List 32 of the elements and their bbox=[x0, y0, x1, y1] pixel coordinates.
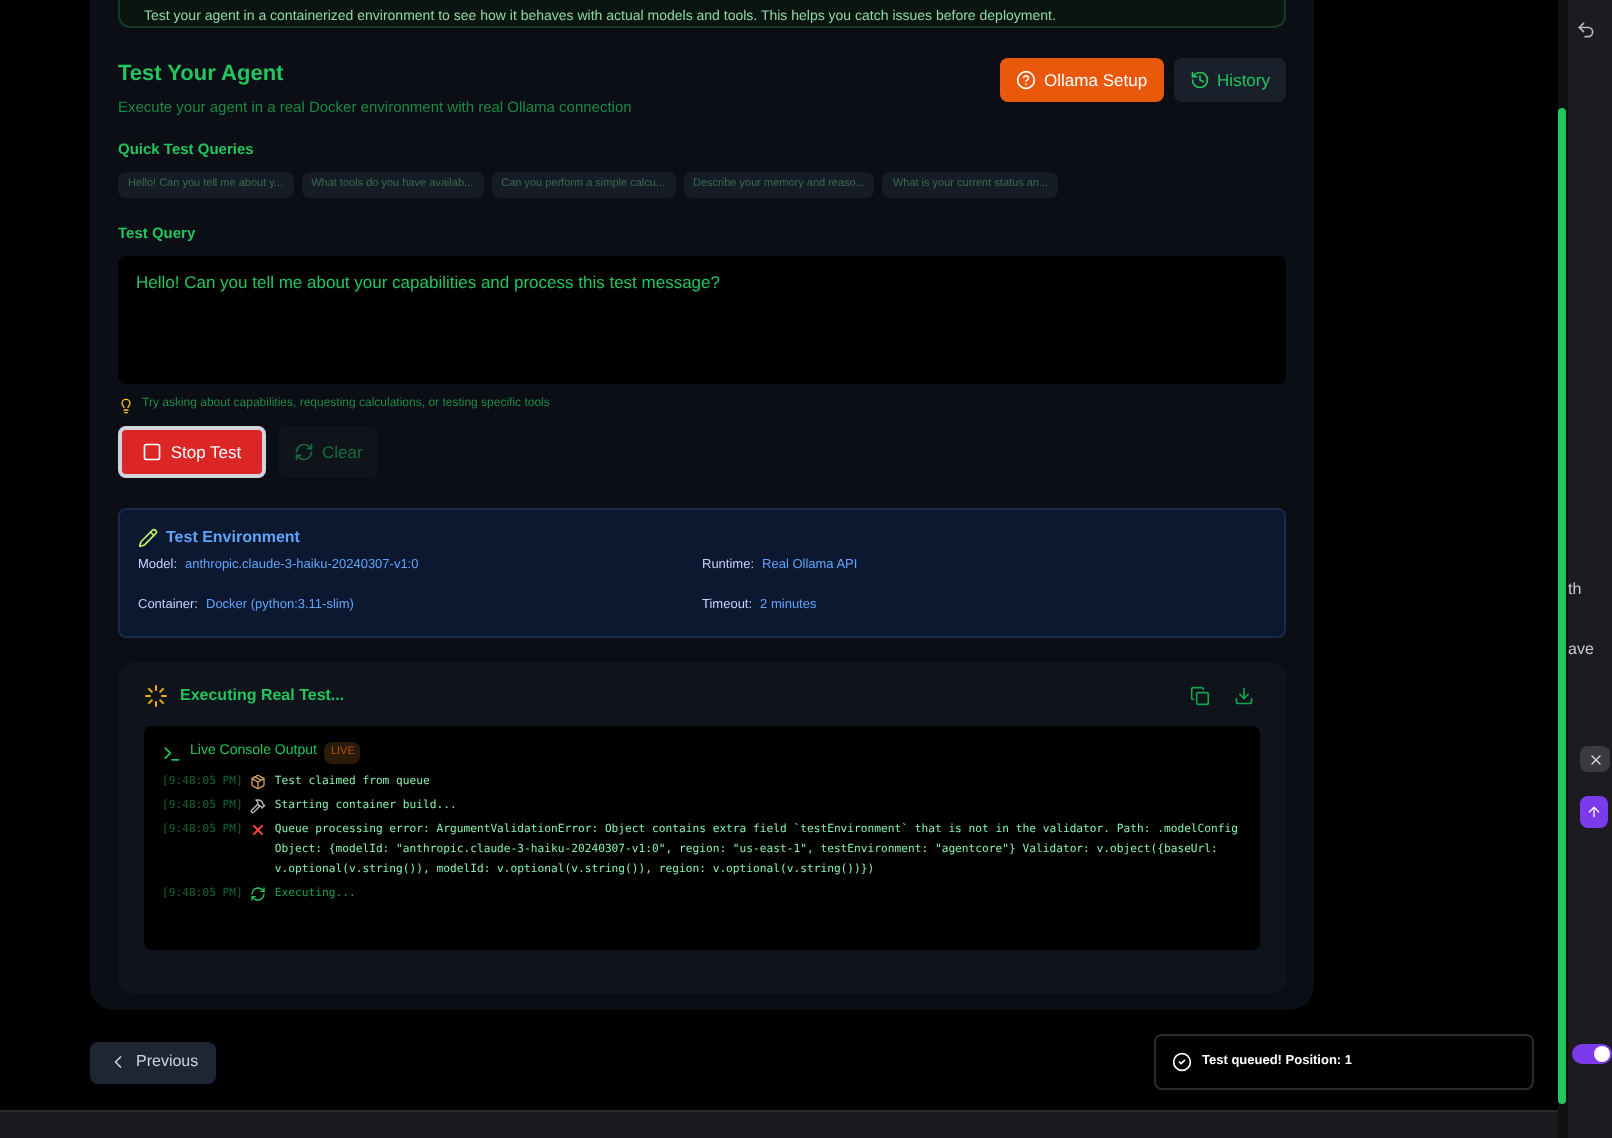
history-button[interactable]: History bbox=[1173, 58, 1286, 102]
copy-icon[interactable] bbox=[1190, 686, 1210, 707]
check-icon bbox=[1172, 1052, 1192, 1072]
stop-test-button[interactable]: Stop Test bbox=[118, 426, 266, 479]
refresh-icon bbox=[294, 442, 314, 463]
undo-icon[interactable] bbox=[1576, 20, 1596, 40]
close-icon bbox=[1587, 751, 1603, 767]
side-text: th bbox=[1568, 578, 1582, 602]
hammer-icon bbox=[250, 797, 267, 814]
ollama-setup-button[interactable]: Ollama Setup bbox=[1000, 58, 1164, 102]
download-icon[interactable] bbox=[1234, 686, 1254, 707]
spinner-icon bbox=[250, 885, 267, 902]
stop-icon bbox=[142, 442, 163, 463]
toggle-switch[interactable] bbox=[1572, 1044, 1612, 1064]
history-icon bbox=[1189, 70, 1210, 90]
pencil-icon bbox=[138, 528, 158, 549]
arrow-up-icon bbox=[1586, 804, 1602, 820]
spinner-icon bbox=[144, 684, 168, 709]
side-text: ave bbox=[1568, 638, 1594, 662]
previous-button[interactable]: Previous bbox=[90, 1041, 217, 1083]
close-button[interactable] bbox=[1580, 746, 1610, 772]
execution-title: Executing Real Test... bbox=[180, 684, 345, 709]
terminal-icon bbox=[162, 743, 182, 763]
help-icon bbox=[1016, 70, 1037, 90]
send-button[interactable] bbox=[1580, 796, 1608, 828]
query-textarea[interactable]: Hello! Can you tell me about your capabilities and process this test message? bbox=[118, 256, 1286, 385]
box-icon bbox=[250, 773, 267, 790]
environment-title: Test Environment bbox=[166, 526, 300, 551]
section-title: Test Your Agent bbox=[118, 60, 286, 90]
scrollbar[interactable] bbox=[1558, 108, 1566, 1104]
cross-icon bbox=[250, 821, 267, 838]
lightbulb-icon bbox=[118, 397, 134, 414]
